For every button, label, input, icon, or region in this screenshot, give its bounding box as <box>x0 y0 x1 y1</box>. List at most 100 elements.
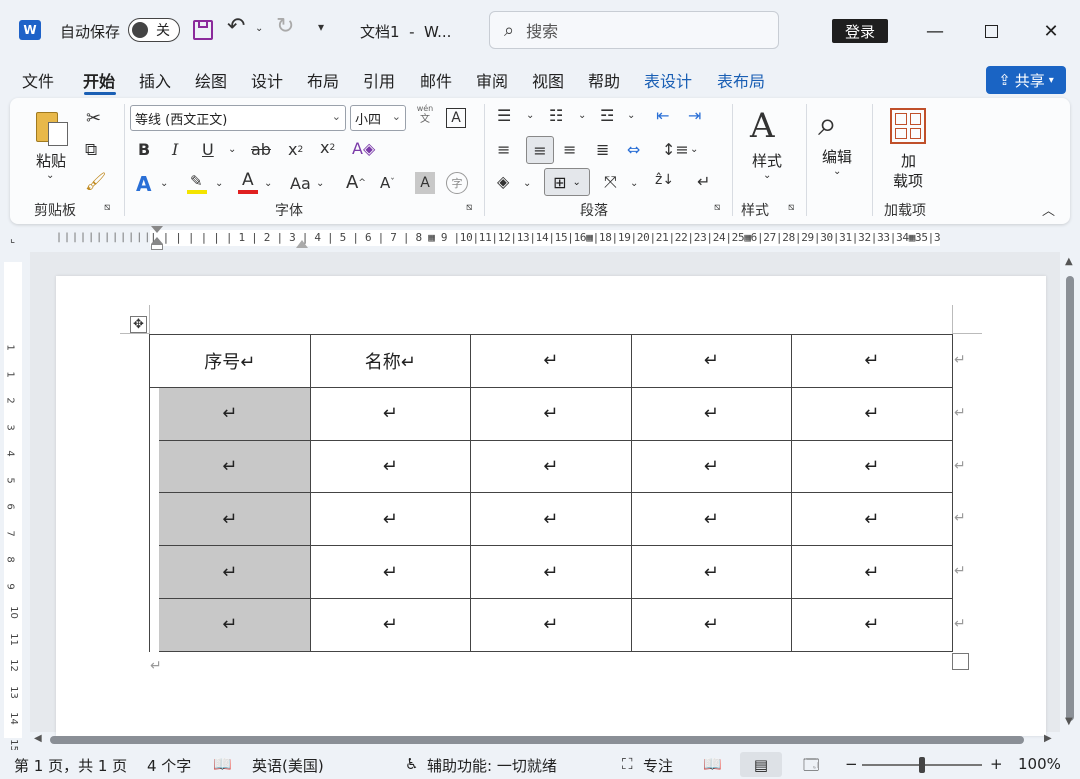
styles-icon[interactable]: A <box>750 106 775 146</box>
table-cell[interactable]: ↵ <box>791 597 953 652</box>
table-cell[interactable]: ↵ <box>791 545 953 599</box>
decrease-indent-icon[interactable]: ⇤ <box>656 106 669 125</box>
numbering-icon[interactable]: ☷ <box>549 106 563 125</box>
bullets-icon[interactable]: ☰ <box>497 106 511 125</box>
addins-button-label-1[interactable]: 加 <box>901 150 916 171</box>
indent-marker-icon[interactable] <box>151 226 163 252</box>
tab-design[interactable]: 设计 <box>251 68 283 92</box>
chevron-down-icon[interactable]: ⌄ <box>160 178 168 189</box>
addins-icon[interactable] <box>890 108 926 144</box>
minimize-icon[interactable]: — <box>920 16 950 46</box>
table-cell[interactable]: ↵ <box>309 597 471 652</box>
paste-dropdown-icon[interactable]: ⌄ <box>46 170 54 181</box>
scroll-right-icon[interactable]: ▶ <box>1044 733 1052 744</box>
autosave-toggle[interactable]: 关 <box>128 18 180 42</box>
table-cell[interactable]: ↵ <box>791 492 953 547</box>
accessibility-icon[interactable]: ♿ <box>405 755 418 773</box>
clear-formatting-icon[interactable]: A◈ <box>352 139 375 158</box>
addins-button-label-2[interactable]: 载项 <box>893 170 923 191</box>
save-icon[interactable] <box>193 20 213 40</box>
table-cell[interactable]: ↵ <box>630 597 792 652</box>
table-cell[interactable]: ↵ <box>149 439 311 494</box>
cut-icon[interactable]: ✂ <box>86 108 101 129</box>
table-cell[interactable]: ↵ <box>309 545 471 599</box>
tab-table-design[interactable]: 表设计 <box>644 68 692 92</box>
italic-icon[interactable]: I <box>172 140 178 159</box>
copy-icon[interactable]: ⧉ <box>85 140 97 160</box>
table-cell[interactable]: 序号↵ <box>149 334 311 388</box>
bold-icon[interactable]: B <box>138 140 150 159</box>
zoom-level[interactable]: 100% <box>1018 755 1061 773</box>
show-marks-icon[interactable]: ↵ <box>697 172 710 191</box>
zoom-out-button[interactable]: − <box>845 755 858 773</box>
font-color-icon[interactable]: A <box>238 170 258 194</box>
scroll-down-icon[interactable]: ▼ <box>1065 716 1073 727</box>
borders-button[interactable]: ⊞ ⌄ <box>544 168 590 196</box>
phonetic-guide-icon[interactable]: wén 文 <box>415 104 435 130</box>
enclose-characters-icon[interactable]: 字 <box>446 172 468 194</box>
focus-label[interactable]: 专注 <box>643 755 673 776</box>
increase-indent-icon[interactable]: ⇥ <box>688 106 701 125</box>
chevron-down-icon[interactable]: ⌄ <box>215 178 223 189</box>
shading-icon[interactable]: ◈ <box>497 172 509 191</box>
align-right-icon[interactable]: ≡ <box>563 140 576 159</box>
login-button[interactable]: 登录 <box>832 19 888 43</box>
table-cell[interactable]: ↵ <box>309 492 471 547</box>
subscript-icon[interactable]: x2 <box>288 140 303 159</box>
chevron-down-icon[interactable]: ⌄ <box>627 110 635 121</box>
sort-icon[interactable]: ẑ↓ <box>655 172 674 188</box>
table-cell[interactable]: ↵ <box>470 545 632 599</box>
distributed-icon[interactable]: ⇔ <box>627 140 640 159</box>
tab-help[interactable]: 帮助 <box>588 68 620 92</box>
line-spacing-icon[interactable]: ↕≡ <box>662 140 689 159</box>
align-left-icon[interactable]: ≡ <box>497 140 510 159</box>
justify-icon[interactable]: ≣ <box>596 140 609 159</box>
table-cell[interactable]: ↵ <box>630 492 792 547</box>
tab-layout[interactable]: 布局 <box>307 68 339 92</box>
font-name-select[interactable]: 等线 (西文正文) ⌄ <box>130 105 346 131</box>
tab-insert[interactable]: 插入 <box>139 68 171 92</box>
chevron-down-icon[interactable]: ⌄ <box>228 144 236 155</box>
tab-home[interactable]: 开始 <box>83 68 115 92</box>
table-cell[interactable]: ↵ <box>630 545 792 599</box>
strikethrough-icon[interactable]: ab <box>251 140 271 159</box>
tab-draw[interactable]: 绘图 <box>195 68 227 92</box>
shrink-font-icon[interactable]: Aˇ <box>380 174 395 192</box>
editing-button-label[interactable]: 编辑 <box>822 146 852 167</box>
close-icon[interactable]: ✕ <box>1036 16 1066 46</box>
vertical-scrollbar[interactable]: ▲ ▼ <box>1063 256 1077 730</box>
table-cell[interactable]: ↵ <box>630 439 792 494</box>
table-cell[interactable]: ↵ <box>630 334 792 388</box>
character-shading-icon[interactable]: A <box>415 172 435 194</box>
text-effects-icon[interactable]: A <box>136 172 151 196</box>
accessibility-status[interactable]: 辅助功能: 一切就绪 <box>427 755 557 776</box>
styles-button-label[interactable]: 样式 <box>752 150 782 171</box>
font-size-select[interactable]: 小四 ⌄ <box>350 105 406 131</box>
chevron-down-icon[interactable]: ⌄ <box>690 144 698 155</box>
tab-table-layout[interactable]: 表布局 <box>717 68 765 92</box>
chevron-down-icon[interactable]: ⌄ <box>264 178 272 189</box>
tab-selector-icon[interactable]: ⌞ <box>10 232 15 245</box>
focus-icon[interactable]: ⛶ <box>622 755 633 773</box>
maximize-icon[interactable] <box>976 16 1006 46</box>
change-case-icon[interactable]: Aa <box>290 174 311 193</box>
table-cell[interactable]: ↵ <box>470 597 632 652</box>
collapse-ribbon-icon[interactable]: ︿ <box>1042 200 1055 219</box>
table-cell[interactable]: ↵ <box>149 545 311 599</box>
highlight-icon[interactable]: ✎ <box>187 172 207 194</box>
horizontal-scroll-thumb[interactable] <box>50 736 1024 744</box>
zoom-slider[interactable] <box>862 757 982 773</box>
table-cell[interactable]: ↵ <box>791 439 953 494</box>
table-cell[interactable]: ↵ <box>791 386 953 441</box>
chevron-down-icon[interactable]: ⌄ <box>316 178 324 189</box>
tab-review[interactable]: 审阅 <box>476 68 508 92</box>
table-cell[interactable]: ↵ <box>149 597 311 652</box>
find-icon[interactable]: ⌕ <box>818 104 837 144</box>
table-cell[interactable]: ↵ <box>470 334 632 388</box>
chevron-down-icon[interactable]: ⌄ <box>526 110 534 121</box>
tab-references[interactable]: 引用 <box>363 68 395 92</box>
language[interactable]: 英语(美国) <box>252 755 324 776</box>
undo-dropdown-icon[interactable]: ⌄ <box>255 23 263 34</box>
vertical-ruler[interactable]: 112345678910111213141516 <box>4 262 22 778</box>
chevron-down-icon[interactable]: ⌄ <box>578 110 586 121</box>
